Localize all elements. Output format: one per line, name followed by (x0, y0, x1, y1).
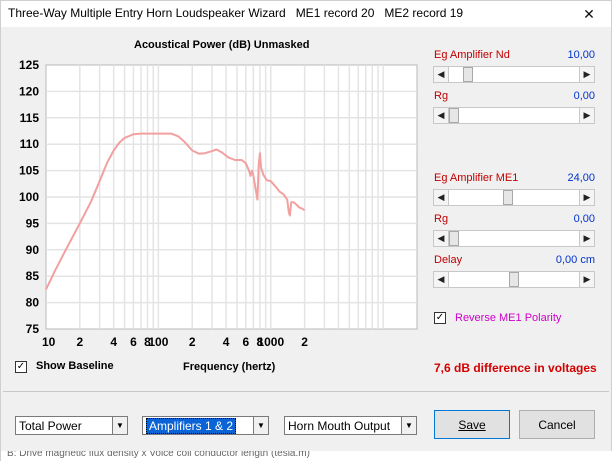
eg-amp-me1-value: 24,00 (567, 172, 595, 184)
chevron-down-icon[interactable]: ▼ (401, 417, 416, 434)
y-tick-label: 105 (19, 164, 39, 178)
slider-thumb[interactable] (463, 67, 474, 82)
y-tick-label: 90 (26, 243, 40, 257)
x-tick-label: 6 (243, 335, 250, 349)
rg2-slider[interactable]: ◀ ▶ (433, 230, 595, 247)
title-app-name: Three-Way Multiple Entry Horn Loudspeake… (8, 6, 286, 20)
chevron-down-icon[interactable]: ▼ (112, 417, 127, 434)
x-tick-label: 4 (223, 335, 230, 349)
output-select[interactable]: Horn Mouth Output ▼ (284, 416, 417, 435)
slider-thumb[interactable] (449, 231, 459, 246)
save-button[interactable]: Save (434, 410, 510, 439)
x-tick-label: 2 (189, 335, 196, 349)
title-bar: Three-Way Multiple Entry Horn Loudspeake… (1, 1, 611, 27)
right-arrow-icon[interactable]: ▶ (579, 190, 594, 205)
y-tick-label: 115 (20, 111, 40, 125)
x-tick-label: 6 (130, 335, 137, 349)
right-arrow-icon[interactable]: ▶ (579, 272, 594, 287)
delay-label: Delay (434, 254, 463, 266)
delay-slider[interactable]: ◀ ▶ (433, 271, 595, 288)
close-icon: ✕ (583, 5, 595, 22)
x-tick-label: 4 (110, 335, 117, 349)
rg1-slider[interactable]: ◀ ▶ (433, 107, 595, 124)
y-tick-label: 125 (19, 58, 39, 72)
voltage-difference-text: 7,6 dB difference in voltages (434, 361, 597, 375)
x-tick-label: 2 (76, 335, 83, 349)
eg-amp-nd-slider[interactable]: ◀ ▶ (433, 66, 595, 83)
eg-amp-nd-value: 10,00 (567, 49, 595, 61)
rg2-value: 0,00 (573, 213, 595, 225)
y-tick-label: 85 (26, 269, 40, 283)
save-button-label: Save (458, 417, 486, 432)
show-baseline-checkbox[interactable]: ✓ (15, 361, 27, 373)
output-select-value: Horn Mouth Output (288, 419, 391, 433)
slider-thumb[interactable] (509, 272, 519, 287)
reverse-me1-label: Reverse ME1 Polarity (455, 312, 562, 324)
left-arrow-icon[interactable]: ◀ (434, 231, 449, 246)
slider-thumb[interactable] (449, 108, 459, 123)
y-tick-label: 110 (20, 137, 40, 151)
power-select[interactable]: Total Power ▼ (15, 416, 128, 435)
y-tick-label: 120 (19, 84, 39, 98)
amplifiers-select-value: Amplifiers 1 & 2 (146, 418, 237, 434)
y-tick-label: 95 (26, 216, 40, 230)
slider-thumb[interactable] (503, 190, 513, 205)
x-tick-label: 100 (148, 335, 168, 349)
footer-text: B: Drive magnetic flux density x Voice c… (7, 451, 310, 459)
title-me2-record: ME2 record 19 (384, 6, 464, 20)
show-baseline-label[interactable]: Show Baseline (36, 360, 114, 372)
footer-strip: B: Drive magnetic flux density x Voice c… (1, 451, 612, 461)
left-arrow-icon[interactable]: ◀ (434, 190, 449, 205)
y-tick-label: 75 (26, 322, 40, 336)
x-axis-label: Frequency (hertz) (183, 361, 276, 373)
power-select-value: Total Power (19, 419, 82, 433)
y-tick-label: 80 (26, 296, 40, 310)
right-arrow-icon[interactable]: ▶ (579, 67, 594, 82)
eg-amp-nd-label: Eg Amplifier Nd (434, 49, 510, 61)
rg2-label: Rg (434, 213, 449, 225)
wizard-window: Three-Way Multiple Entry Horn Loudspeake… (0, 0, 612, 461)
separator (3, 391, 609, 392)
rg1-value: 0,00 (573, 90, 595, 102)
x-tick-label: 1000 (257, 335, 284, 349)
acoustical-power-chart: 758085909510010511011512012510 2 4 6 8100 2 4 6… (19, 58, 418, 349)
right-arrow-icon[interactable]: ▶ (579, 231, 594, 246)
left-arrow-icon[interactable]: ◀ (434, 272, 449, 287)
cancel-button-label: Cancel (538, 417, 576, 432)
close-button[interactable]: ✕ (567, 1, 611, 27)
left-arrow-icon[interactable]: ◀ (434, 67, 449, 82)
x-tick-label: 10 (42, 335, 56, 349)
eg-amp-me1-slider[interactable]: ◀ ▶ (433, 189, 595, 206)
chart-title: Acoustical Power (dB) Unmasked (134, 39, 310, 51)
reverse-me1-checkbox[interactable]: ✓ (434, 312, 446, 324)
window-title: Three-Way Multiple Entry Horn Loudspeake… (8, 6, 463, 20)
right-arrow-icon[interactable]: ▶ (579, 108, 594, 123)
rg1-label: Rg (434, 90, 449, 102)
chevron-down-icon[interactable]: ▼ (253, 417, 268, 434)
delay-value: 0,00 cm (555, 254, 595, 266)
cancel-button[interactable]: Cancel (519, 410, 595, 439)
y-tick-label: 100 (19, 190, 39, 204)
left-arrow-icon[interactable]: ◀ (434, 108, 449, 123)
title-me1-record: ME1 record 20 (295, 6, 375, 20)
amplifiers-select[interactable]: Amplifiers 1 & 2 ▼ (142, 416, 269, 435)
eg-amp-me1-label: Eg Amplifier ME1 (434, 172, 519, 184)
x-tick-label: 2 (301, 335, 308, 349)
